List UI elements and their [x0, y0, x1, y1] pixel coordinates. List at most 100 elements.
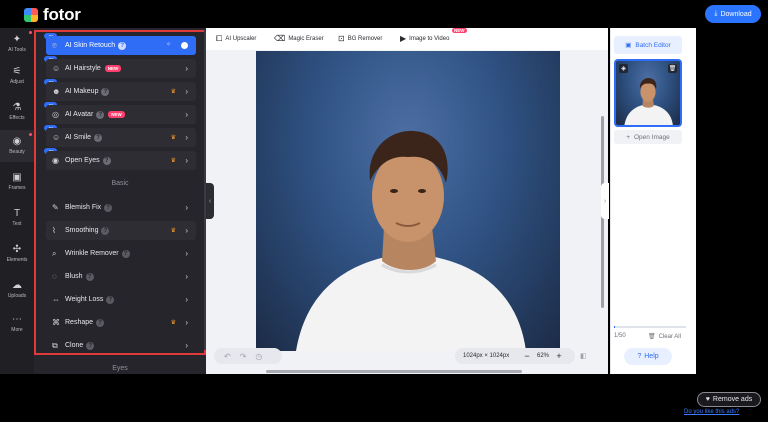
chevron-right-icon: ›: [185, 64, 188, 73]
chevron-right-icon: ›: [185, 110, 188, 119]
open-image-label: Open Image: [634, 133, 670, 141]
skin-retouch-icon: ⌾: [52, 40, 57, 50]
premium-crown-icon: ♛: [170, 158, 176, 164]
chevron-right-icon: ›: [185, 226, 188, 235]
help-icon[interactable]: ?: [102, 156, 111, 165]
download-icon: ⤓: [714, 10, 718, 17]
help-icon[interactable]: ?: [121, 249, 130, 258]
wrinkle-icon: ⌕: [52, 248, 57, 258]
tool-label: Magic Eraser: [288, 35, 324, 42]
history-icon[interactable]: ◷: [255, 352, 262, 361]
ai-upscaler-button[interactable]: ⧠ AI Upscaler: [216, 34, 256, 44]
clear-all-label: Clear All: [658, 333, 681, 340]
eye-icon: ◉: [12, 136, 22, 147]
smoothing-item[interactable]: ⌇ Smoothing ? ♛ ›: [46, 221, 196, 240]
help-icon[interactable]: ?: [86, 341, 95, 350]
rail-item-adjust[interactable]: ⚟ Adjust: [0, 60, 34, 92]
blush-item[interactable]: ◌ Blush ? ›: [46, 267, 196, 286]
help-icon[interactable]: ?: [94, 133, 103, 142]
chevron-right-icon: ›: [185, 318, 188, 327]
rail-item-label: Text: [12, 221, 22, 227]
rail-item-uploads[interactable]: ☁ Uploads: [0, 274, 34, 306]
undo-icon[interactable]: ↶: [224, 352, 231, 361]
ai-hairstyle-item[interactable]: ☺ AI Hairstyle NEW ›: [46, 59, 196, 78]
notification-dot: [29, 133, 32, 136]
new-badge: NEW: [452, 28, 467, 33]
blush-icon: ◌: [52, 272, 57, 281]
remove-ads-label: Remove ads: [712, 396, 753, 403]
open-eyes-item[interactable]: ◉ Open Eyes ? ♛ ›: [46, 151, 196, 170]
weight-loss-item[interactable]: ⇔ Weight Loss ? ›: [46, 290, 196, 309]
help-button[interactable]: ? Help: [624, 348, 672, 365]
rail-item-elements[interactable]: ✣ Elements: [0, 238, 34, 270]
chevron-right-icon: ›: [185, 156, 188, 165]
rail-item-frames[interactable]: ▣ Frames: [0, 166, 34, 198]
download-button[interactable]: ⤓ Download: [705, 5, 761, 23]
redo-icon[interactable]: ↷: [240, 352, 247, 361]
more-icon: ⋯: [12, 314, 22, 325]
ai-avatar-item[interactable]: ◎ AI Avatar ? NEW ›: [46, 105, 196, 124]
chevron-right-icon: ›: [603, 197, 607, 205]
skin-retouch-toggle[interactable]: ✧: [166, 42, 188, 49]
help-icon[interactable]: ?: [96, 318, 105, 327]
fotor-logo[interactable]: fotor: [24, 5, 81, 25]
collapse-panel-handle[interactable]: ‹: [206, 183, 214, 219]
clone-item[interactable]: ⧉ Clone ? ›: [46, 336, 196, 355]
ad-area: [0, 374, 768, 422]
help-icon[interactable]: ?: [104, 203, 113, 212]
rail-item-label: AI Tools: [8, 47, 26, 53]
open-image-button[interactable]: + Open Image: [614, 130, 682, 144]
ad-feedback-link[interactable]: Do you like this ads?: [684, 409, 739, 415]
zoom-in-button[interactable]: +: [553, 351, 565, 361]
magic-eraser-button[interactable]: ⌫ Magic Eraser: [274, 34, 324, 43]
canvas-horizontal-scrollbar[interactable]: [266, 370, 522, 373]
edited-photo[interactable]: [256, 51, 560, 351]
top-bar: fotor ⤓ Download: [0, 0, 768, 28]
image-count-progress-fill: [614, 326, 616, 328]
premium-crown-icon: ♛: [170, 89, 176, 95]
help-icon[interactable]: ?: [101, 87, 110, 96]
help-icon[interactable]: ?: [118, 41, 127, 50]
clone-icon: ⧉: [52, 340, 58, 350]
item-label: AI Makeup: [65, 88, 99, 95]
help-icon[interactable]: ?: [101, 226, 110, 235]
image-to-video-button[interactable]: ▶ Image to Video: [400, 34, 449, 43]
bg-remover-button[interactable]: ⊡ BG Remover: [338, 34, 382, 43]
bg-remove-icon: ⊡: [338, 34, 345, 43]
rail-item-text[interactable]: T Text: [0, 202, 34, 234]
item-label: AI Hairstyle: [65, 65, 101, 72]
help-icon[interactable]: ?: [106, 295, 115, 304]
chevron-right-icon: ›: [185, 341, 188, 350]
trash-icon[interactable]: 🗑: [668, 64, 677, 73]
rail-item-label: More: [11, 327, 23, 333]
item-label: Reshape: [65, 319, 94, 326]
compare-icon[interactable]: ◧: [580, 352, 587, 360]
expand-right-panel-handle[interactable]: ›: [601, 183, 609, 219]
batch-editor-button[interactable]: ▣ Batch Editor: [614, 36, 682, 54]
batch-editor-label: Batch Editor: [635, 41, 671, 49]
zoom-out-button[interactable]: −: [521, 351, 533, 361]
wrinkle-remover-item[interactable]: ⌕ Wrinkle Remover ? ›: [46, 244, 196, 263]
remove-ads-button[interactable]: ♥ Remove ads: [697, 392, 761, 407]
reshape-item[interactable]: ⌘ Reshape ? ♛ ›: [46, 313, 196, 332]
frame-icon: ▣: [12, 172, 22, 183]
reshape-icon: ⌘: [52, 318, 60, 327]
ai-skin-retouch-item[interactable]: ⌾ AI Skin Retouch ? ✧: [46, 36, 196, 55]
premium-crown-icon: ♛: [170, 135, 176, 141]
premium-crown-icon: ♛: [170, 228, 176, 234]
ai-smile-item[interactable]: ☺ AI Smile ? ♛ ›: [46, 128, 196, 147]
rail-item-more[interactable]: ⋯ More: [0, 308, 34, 340]
help-icon[interactable]: ?: [96, 110, 105, 119]
layers-icon[interactable]: ◈: [619, 64, 628, 73]
help-icon[interactable]: ?: [85, 272, 94, 281]
image-thumbnail[interactable]: ◈ 🗑: [614, 59, 682, 127]
chevron-right-icon: ›: [185, 203, 188, 212]
rail-item-effects[interactable]: ⚗ Effects: [0, 96, 34, 128]
blemish-fix-item[interactable]: ✎ Blemish Fix ? ›: [46, 198, 196, 217]
rail-item-beauty[interactable]: ◉ Beauty: [0, 130, 34, 162]
ai-makeup-item[interactable]: ☻ AI Makeup ? ♛ ›: [46, 82, 196, 101]
zoom-level[interactable]: 62%: [533, 353, 553, 359]
item-label: Weight Loss: [65, 296, 104, 303]
rail-item-ai-tools[interactable]: ✦ AI Tools: [0, 28, 34, 60]
clear-all-button[interactable]: 🗑 Clear All: [648, 333, 681, 341]
